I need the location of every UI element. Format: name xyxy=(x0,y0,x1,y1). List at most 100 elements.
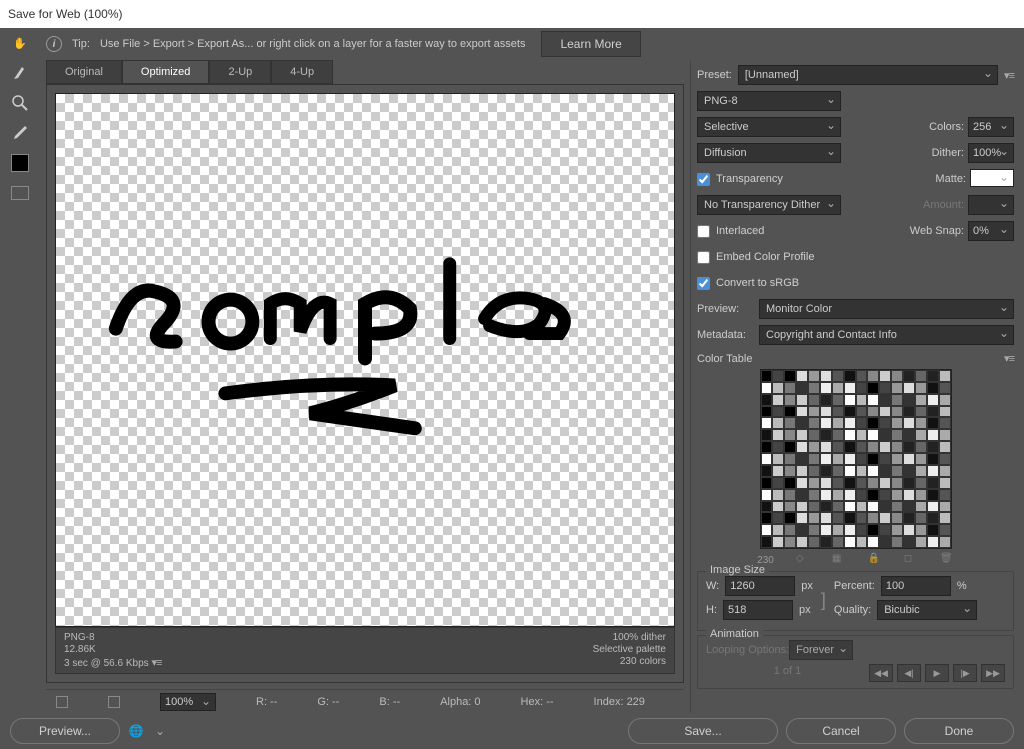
colors-input[interactable] xyxy=(968,117,1014,137)
view-tabs: Original Optimized 2-Up 4-Up xyxy=(46,60,684,84)
reduction-select[interactable]: Selective xyxy=(697,117,841,137)
last-frame-button[interactable]: ▶▶ xyxy=(981,664,1005,682)
metadata-label: Metadata: xyxy=(697,329,753,341)
w-label: W: xyxy=(706,580,719,592)
learn-more-button[interactable]: Learn More xyxy=(541,31,640,57)
info-icon: i xyxy=(46,36,62,52)
amount-input xyxy=(968,195,1014,215)
percent-label: Percent: xyxy=(834,580,875,592)
quality-select[interactable]: Bicubic xyxy=(877,600,977,620)
h-label: H: xyxy=(706,604,717,616)
tip-prefix: Tip: xyxy=(72,38,90,50)
color-table-title: Color Table xyxy=(697,353,752,365)
footer-bar: Preview... 🌐 ⌄ Save... Cancel Done xyxy=(0,713,1024,749)
preset-label: Preset: xyxy=(697,69,732,81)
browser-icon[interactable]: 🌐 xyxy=(128,723,144,739)
preview-panel: PNG-8 12.86K 3 sec @ 56.6 Kbps ▾≡ 100% d… xyxy=(46,84,684,683)
ct-snap-icon[interactable]: ◇ xyxy=(796,553,810,567)
colors-label: Colors: xyxy=(929,121,964,133)
prev-frame-button[interactable]: ◀| xyxy=(897,664,921,682)
cancel-button[interactable]: Cancel xyxy=(786,718,896,744)
meta-size: 12.86K xyxy=(64,644,161,655)
tip-text: Use File > Export > Export As... or righ… xyxy=(100,38,526,50)
meta-colors: 230 colors xyxy=(593,656,666,667)
interlaced-checkbox[interactable]: Interlaced xyxy=(697,225,764,238)
window-title: Save for Web (100%) xyxy=(8,7,123,21)
tool-column: ✋ xyxy=(0,60,40,713)
percent-input[interactable] xyxy=(881,576,951,596)
done-button[interactable]: Done xyxy=(904,718,1014,744)
transparency-checkbox[interactable]: Transparency xyxy=(697,173,783,186)
matte-swatch[interactable] xyxy=(970,169,1014,187)
next-frame-button[interactable]: |▶ xyxy=(953,664,977,682)
tip-bar: i Tip: Use File > Export > Export As... … xyxy=(0,28,1024,60)
dither-select[interactable]: Diffusion xyxy=(697,143,841,163)
optimized-swatch-icon xyxy=(108,696,120,708)
zoom-select[interactable] xyxy=(160,693,216,711)
zoom-tool-icon[interactable] xyxy=(8,92,32,114)
color-table-grid[interactable] xyxy=(760,369,952,549)
save-button[interactable]: Save... xyxy=(628,718,778,744)
meta-speed: 3 sec @ 56.6 Kbps xyxy=(64,658,149,669)
image-size-title: Image Size xyxy=(706,564,769,576)
speed-menu-icon[interactable]: ▾≡ xyxy=(151,657,161,669)
width-input[interactable] xyxy=(725,576,795,596)
readout-alpha: Alpha: 0 xyxy=(440,696,480,708)
preview-conv-label: Preview: xyxy=(697,303,753,315)
frame-counter: 1 of 1 xyxy=(706,665,869,677)
preview-canvas[interactable] xyxy=(55,93,675,627)
ct-map-icon[interactable]: ▦ xyxy=(832,553,846,567)
preview-conv-select[interactable]: Monitor Color xyxy=(759,299,1014,319)
readout-hex: Hex: -- xyxy=(521,696,554,708)
eyedropper-tool-icon[interactable] xyxy=(8,122,32,144)
ct-delete-icon[interactable]: 🗑 xyxy=(940,553,954,567)
slice-visibility-icon[interactable] xyxy=(8,182,32,204)
ct-new-icon[interactable]: ◻ xyxy=(904,553,918,567)
trans-dither-select[interactable]: No Transparency Dither xyxy=(697,195,841,215)
preset-select[interactable]: [Unnamed] xyxy=(738,65,998,85)
window-titlebar: Save for Web (100%) xyxy=(0,0,1024,28)
embed-profile-checkbox[interactable]: Embed Color Profile xyxy=(697,251,814,264)
readout-b: B: -- xyxy=(379,696,400,708)
format-select[interactable]: PNG-8 xyxy=(697,91,841,111)
link-dimensions-icon[interactable]: ] xyxy=(817,594,830,606)
convert-srgb-checkbox[interactable]: Convert to sRGB xyxy=(697,277,799,290)
websnap-label: Web Snap: xyxy=(910,225,964,237)
meta-dither: 100% dither xyxy=(593,632,666,643)
metadata-select[interactable]: Copyright and Contact Info xyxy=(759,325,1014,345)
foreground-swatch[interactable] xyxy=(8,152,32,174)
tab-optimized[interactable]: Optimized xyxy=(122,60,210,84)
meta-format: PNG-8 xyxy=(64,632,161,643)
settings-panel: Preset: [Unnamed] ▾≡ PNG-8 Selective Col… xyxy=(690,60,1024,713)
tab-original[interactable]: Original xyxy=(46,60,122,84)
height-input[interactable] xyxy=(723,600,793,620)
sample-artwork xyxy=(56,204,674,453)
readout-index: Index: 229 xyxy=(594,696,645,708)
matte-label: Matte: xyxy=(935,173,966,185)
color-table-menu-icon[interactable]: ▾≡ xyxy=(1004,352,1014,365)
slice-tool-icon[interactable] xyxy=(8,62,32,84)
tab-2up[interactable]: 2-Up xyxy=(209,60,271,84)
preset-menu-icon[interactable]: ▾≡ xyxy=(1004,69,1014,82)
preview-button[interactable]: Preview... xyxy=(10,718,120,744)
meta-palette: Selective palette xyxy=(593,644,666,655)
tab-4up[interactable]: 4-Up xyxy=(271,60,333,84)
original-swatch-icon xyxy=(56,696,68,708)
dither-label: Dither: xyxy=(932,147,964,159)
preview-metadata: PNG-8 12.86K 3 sec @ 56.6 Kbps ▾≡ 100% d… xyxy=(55,627,675,674)
animation-title: Animation xyxy=(706,628,763,640)
websnap-input[interactable] xyxy=(968,221,1014,241)
dither-input[interactable] xyxy=(968,143,1014,163)
animation-section: Animation Looping Options:Forever 1 of 1… xyxy=(697,635,1014,689)
image-size-section: Image Size W:px H:px ] Percent:% Quality… xyxy=(697,571,1014,631)
play-button[interactable]: ▶ xyxy=(925,664,949,682)
readout-r: R: -- xyxy=(256,696,277,708)
loop-select: Forever xyxy=(789,640,853,660)
readouts-bar: R: -- G: -- B: -- Alpha: 0 Hex: -- Index… xyxy=(46,689,684,713)
ct-lock-icon[interactable]: 🔒 xyxy=(868,553,882,567)
quality-label: Quality: xyxy=(834,604,871,616)
first-frame-button[interactable]: ◀◀ xyxy=(869,664,893,682)
loop-label: Looping Options: xyxy=(706,644,789,656)
browser-menu-icon[interactable]: ⌄ xyxy=(152,723,168,739)
hand-tool-icon[interactable]: ✋ xyxy=(8,32,32,54)
